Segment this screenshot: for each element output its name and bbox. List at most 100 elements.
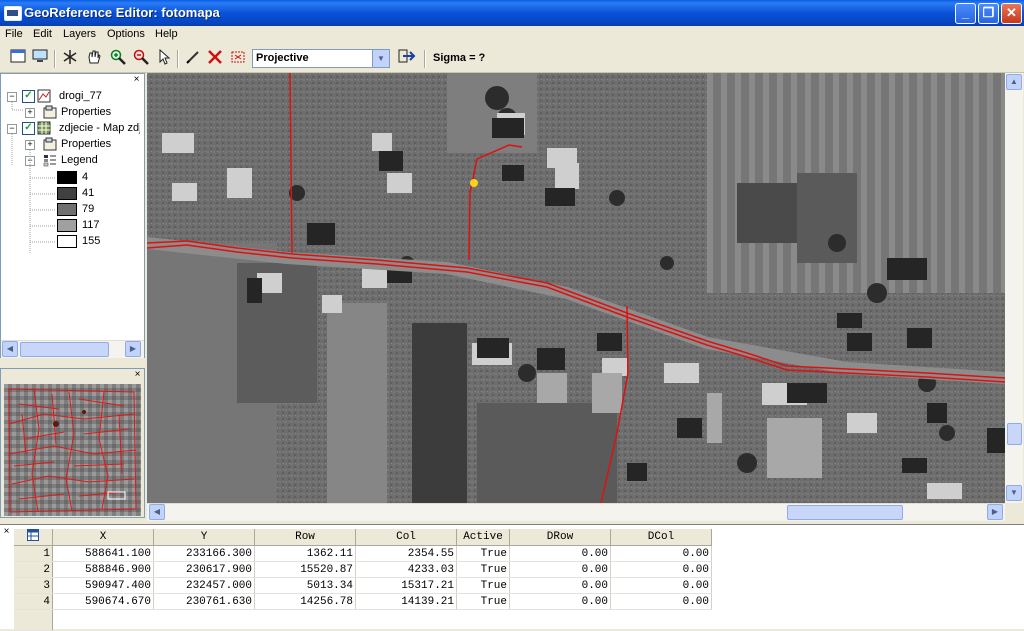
clear-icon[interactable] <box>228 49 248 69</box>
new-window-icon[interactable] <box>8 49 28 69</box>
zoom-out-icon[interactable] <box>131 49 151 69</box>
cell-y[interactable]: 230617.900 <box>153 561 255 578</box>
layer-name: drogi_77 <box>59 90 102 102</box>
row-number[interactable]: 1 <box>14 545 53 562</box>
maximize-button[interactable]: ❐ <box>978 3 999 24</box>
row-number[interactable]: 2 <box>14 561 53 578</box>
legend-value: 4 <box>82 171 89 183</box>
cell-active[interactable]: True <box>456 545 510 562</box>
column-header-x[interactable]: X <box>52 529 154 546</box>
cell-drow: 0.00 <box>509 545 611 562</box>
scroll-thumb[interactable] <box>20 342 109 357</box>
scroll-right-icon[interactable]: ▶ <box>125 341 141 357</box>
cell-y[interactable]: 232457.000 <box>153 577 255 594</box>
menu-edit[interactable]: Edit <box>33 28 52 40</box>
cell-drow: 0.00 <box>509 593 611 610</box>
close-button[interactable]: ✕ <box>1001 3 1022 24</box>
cell-dcol: 0.00 <box>610 561 712 578</box>
zoom-in-icon[interactable] <box>108 49 128 69</box>
cell-row[interactable]: 15520.87 <box>254 561 356 578</box>
table-corner[interactable] <box>14 529 53 546</box>
gcp-marker[interactable] <box>470 179 478 187</box>
legend-value: 155 <box>82 235 101 247</box>
row-number[interactable]: 3 <box>14 577 53 594</box>
scroll-right-icon[interactable]: ▶ <box>987 504 1003 520</box>
scroll-left-icon[interactable]: ◀ <box>149 504 165 520</box>
scroll-left-icon[interactable]: ◀ <box>2 341 18 357</box>
pencil-icon[interactable] <box>183 49 203 69</box>
table-row[interactable]: 3 590947.400 232457.000 5013.34 15317.21… <box>14 577 712 594</box>
cell-x[interactable]: 590947.400 <box>52 577 154 594</box>
chevron-down-icon[interactable]: ▼ <box>372 50 389 67</box>
pan-hand-icon[interactable] <box>84 49 104 69</box>
menu-help[interactable]: Help <box>155 28 178 40</box>
cell-active[interactable]: True <box>456 561 510 578</box>
cell-row[interactable]: 5013.34 <box>254 577 356 594</box>
layer-tree-hscrollbar[interactable]: ◀ ▶ <box>1 340 144 358</box>
close-icon[interactable]: × <box>132 370 143 381</box>
cell-drow: 0.00 <box>509 561 611 578</box>
cell-dcol: 0.00 <box>610 545 712 562</box>
row-number-empty <box>14 609 53 631</box>
toolbar <box>0 45 1024 73</box>
close-icon[interactable]: × <box>1 527 12 538</box>
menu-options[interactable]: Options <box>107 28 145 40</box>
toolbar-separator <box>54 50 56 68</box>
map-hscrollbar[interactable]: ◀ ▶ <box>147 503 1005 521</box>
close-icon[interactable]: × <box>131 75 142 86</box>
select-arrow-icon[interactable] <box>154 48 174 69</box>
cell-row[interactable]: 1362.11 <box>254 545 356 562</box>
cell-col[interactable]: 14139.21 <box>355 593 457 610</box>
app-icon <box>4 6 22 21</box>
column-header-drow[interactable]: DRow <box>509 529 611 546</box>
cell-y[interactable]: 230761.630 <box>153 593 255 610</box>
table-row[interactable]: 1 588641.100 233166.300 1362.11 2354.55 … <box>14 545 712 562</box>
cell-col[interactable]: 15317.21 <box>355 577 457 594</box>
cell-active[interactable]: True <box>456 577 510 594</box>
apply-arrow-icon[interactable] <box>397 49 417 69</box>
cell-x[interactable]: 588641.100 <box>52 545 154 562</box>
table-row[interactable]: 2 588846.900 230617.900 15520.87 4233.03… <box>14 561 712 578</box>
cell-row[interactable]: 14256.78 <box>254 593 356 610</box>
legend-value: 41 <box>82 187 95 199</box>
transform-method-select[interactable]: Projective ▼ <box>252 49 390 68</box>
legend-value: 117 <box>82 219 100 231</box>
delete-point-icon[interactable] <box>205 49 225 69</box>
column-header-active[interactable]: Active <box>456 529 510 546</box>
cell-dcol: 0.00 <box>610 577 712 594</box>
scroll-thumb[interactable] <box>787 505 903 520</box>
minimize-button[interactable]: _ <box>955 3 976 24</box>
column-header-dcol[interactable]: DCol <box>610 529 712 546</box>
sigma-readout: Sigma = ? <box>433 52 486 64</box>
scroll-up-icon[interactable]: ▲ <box>1006 74 1022 90</box>
table-row[interactable]: 4 590674.670 230761.630 14256.78 14139.2… <box>14 593 712 610</box>
menu-file[interactable]: File <box>5 28 23 40</box>
gcp-table: X Y Row Col Active DRow DCol 1 588641.10… <box>14 529 712 631</box>
transform-method-value: Projective <box>256 52 309 64</box>
monitor-icon[interactable] <box>30 49 50 69</box>
toolbar-separator <box>177 50 179 68</box>
column-header-row[interactable]: Row <box>254 529 356 546</box>
overview-panel[interactable]: × <box>0 368 145 518</box>
gcp-table-panel: × X Y Row Col Active DRow DCol 1 588641.… <box>0 524 1024 631</box>
map-vscrollbar[interactable]: ▲ ▼ <box>1005 73 1023 503</box>
add-point-icon[interactable] <box>60 49 80 69</box>
scroll-thumb[interactable] <box>1007 423 1022 445</box>
scroll-down-icon[interactable]: ▼ <box>1006 485 1022 501</box>
overview-map[interactable] <box>4 384 141 516</box>
table-empty-area <box>53 610 712 631</box>
cell-active[interactable]: True <box>456 593 510 610</box>
cell-col[interactable]: 4233.03 <box>355 561 457 578</box>
cell-y[interactable]: 233166.300 <box>153 545 255 562</box>
column-header-y[interactable]: Y <box>153 529 255 546</box>
column-header-col[interactable]: Col <box>355 529 457 546</box>
window-title: GeoReference Editor: fotomapa <box>24 5 220 20</box>
cell-col[interactable]: 2354.55 <box>355 545 457 562</box>
title-bar[interactable]: GeoReference Editor: fotomapa _ ❐ ✕ <box>0 0 1024 26</box>
cell-x[interactable]: 590674.670 <box>52 593 154 610</box>
row-number[interactable]: 4 <box>14 593 53 610</box>
map-canvas[interactable] <box>147 73 1005 503</box>
menu-layers[interactable]: Layers <box>63 28 96 40</box>
cell-dcol: 0.00 <box>610 593 712 610</box>
cell-x[interactable]: 588846.900 <box>52 561 154 578</box>
